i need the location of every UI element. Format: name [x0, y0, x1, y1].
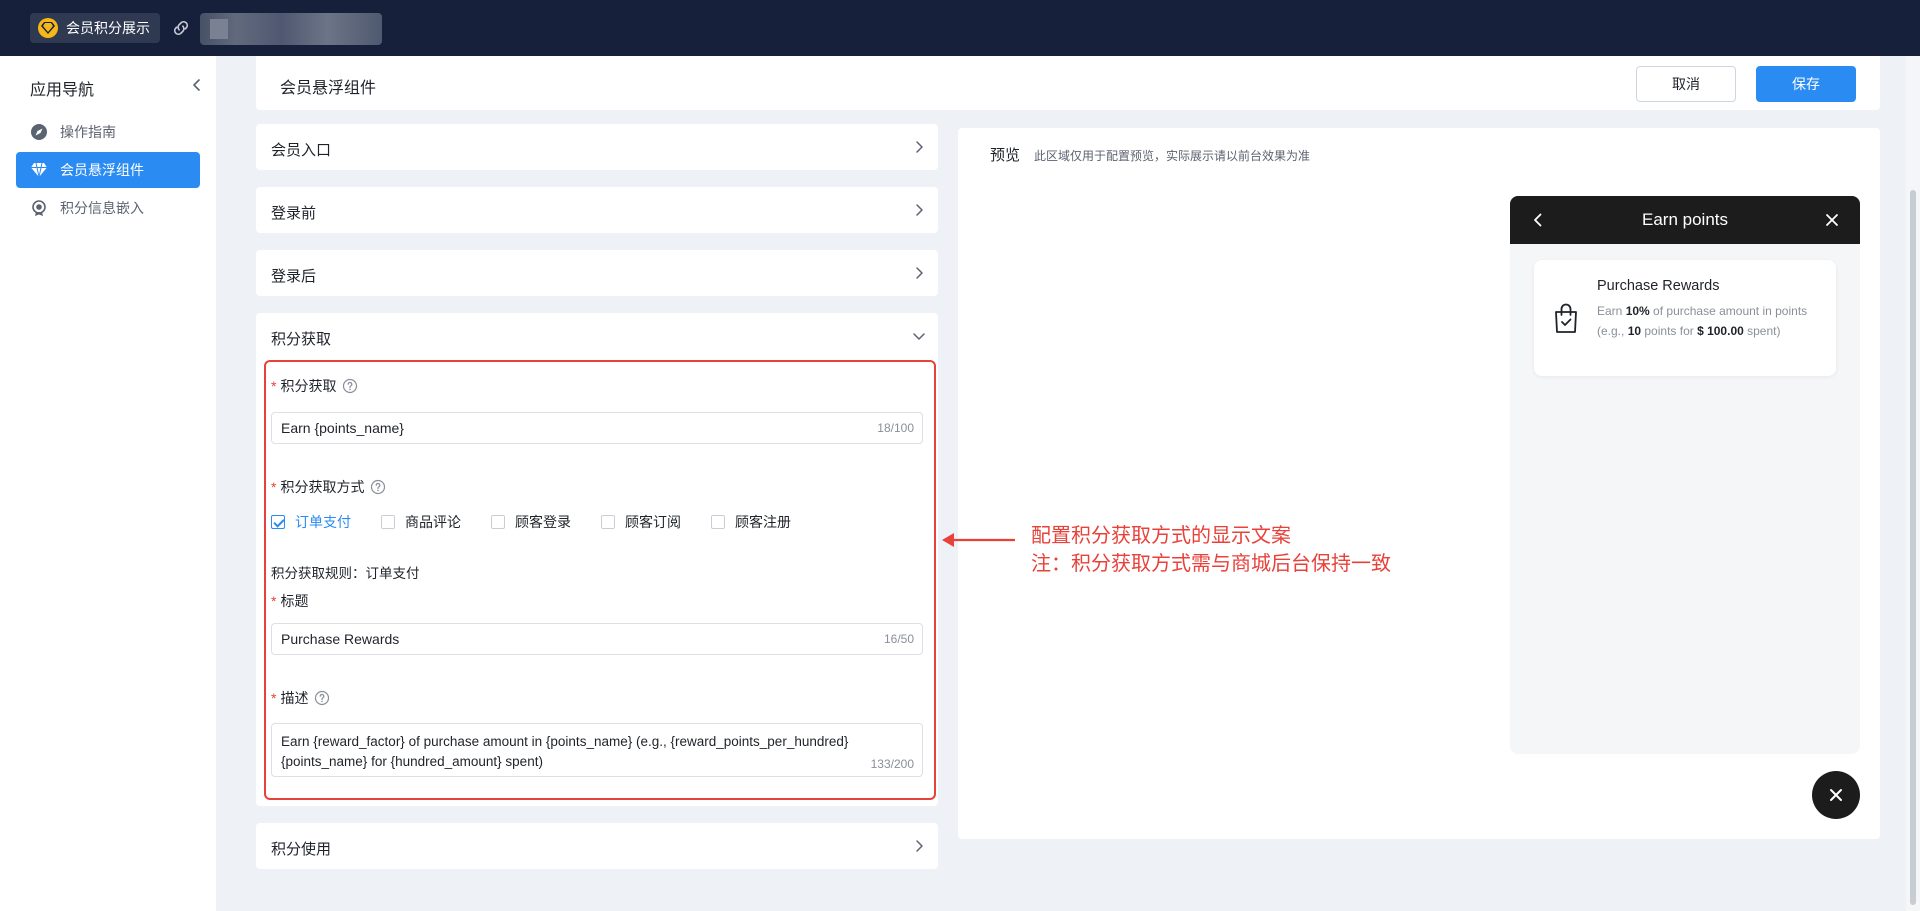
reward-factor: 10%: [1625, 304, 1650, 318]
save-button[interactable]: 保存: [1756, 66, 1856, 102]
annotation-line-1: 配置积分获取方式的显示文案: [1031, 525, 1291, 547]
section-title: 会员入口: [271, 142, 332, 159]
earn-label-text: 积分获取: [280, 378, 337, 394]
diamond-icon: [38, 18, 58, 38]
desc-part: Earn: [1597, 304, 1626, 318]
checkbox-label: 顾客订阅: [625, 514, 681, 530]
help-icon[interactable]: [370, 479, 386, 495]
scrollbar-thumb[interactable]: [1910, 190, 1916, 905]
desc-part: spent): [1743, 323, 1781, 338]
cancel-button[interactable]: 取消: [1636, 66, 1736, 102]
char-counter: 16/50: [883, 632, 914, 646]
method-label: * 积分获取方式: [271, 477, 386, 497]
section-use-points[interactable]: 积分使用: [256, 823, 938, 869]
redacted-store-name: [200, 13, 382, 45]
earn-label: * 积分获取: [271, 376, 358, 396]
checkbox-customer-register[interactable]: 顾客注册: [711, 512, 791, 532]
top-bar: 会员积分展示: [0, 0, 1920, 56]
section-title: 登录后: [271, 268, 317, 285]
floating-close-button[interactable]: [1812, 771, 1860, 819]
widget-title: Earn points: [1642, 210, 1728, 229]
preview-note: 此区域仅用于配置预览，实际展示请以前台效果为准: [1034, 149, 1311, 163]
help-icon[interactable]: [314, 690, 330, 706]
sidebar-item-label: 积分信息嵌入: [60, 200, 144, 216]
link-icon[interactable]: [170, 17, 192, 39]
checkbox-label: 顾客注册: [735, 514, 791, 530]
annotation-text: 配置积分获取方式的显示文案 注：积分获取方式需与商城后台保持一致: [1031, 522, 1391, 578]
preview-label: 预览: [990, 147, 1021, 164]
section-title[interactable]: 积分获取: [271, 328, 331, 349]
desc-part: points for: [1641, 323, 1698, 338]
reward-points: 10: [1627, 323, 1642, 338]
chevron-right-icon: [916, 840, 923, 852]
section-title: 登录前: [271, 205, 317, 222]
checkbox-order-payment[interactable]: 订单支付: [271, 512, 351, 532]
chevron-right-icon: [916, 204, 923, 216]
required-mark: *: [271, 690, 277, 706]
sidebar-item-points-embed[interactable]: 积分信息嵌入: [16, 190, 200, 226]
checkbox-label: 顾客登录: [515, 514, 571, 530]
title-label: * 标题: [271, 591, 308, 611]
app-name: 会员积分展示: [66, 20, 150, 36]
app-chip[interactable]: 会员积分展示: [30, 13, 160, 43]
description-textarea[interactable]: Earn {reward_factor} of purchase amount …: [271, 723, 923, 777]
checkbox-box[interactable]: [491, 515, 505, 529]
reward-card-description: Earn 10% of purchase amount in points (e…: [1597, 302, 1822, 341]
checkbox-label: 订单支付: [295, 514, 351, 530]
earn-title-input[interactable]: Earn {points_name} 18/100: [271, 412, 923, 444]
sidebar: 应用导航 操作指南 会员悬浮组件 积分信息嵌入: [0, 56, 216, 911]
required-mark: *: [271, 378, 277, 394]
section-before-login[interactable]: 登录前: [256, 187, 938, 233]
checkbox-customer-subscribe[interactable]: 顾客订阅: [601, 512, 681, 532]
method-checkbox-group: 订单支付 商品评论 顾客登录 顾客订阅 顾客注册: [271, 512, 821, 532]
sidebar-item-guide[interactable]: 操作指南: [16, 114, 200, 150]
points-widget-preview: Earn points Purchase Rewards Earn 10% of…: [1510, 196, 1860, 754]
annotation-arrow-icon: [942, 533, 1015, 547]
desc-label-text: 描述: [280, 690, 309, 706]
section-member-entry[interactable]: 会员入口: [256, 124, 938, 170]
shopping-bag-icon: [1555, 303, 1577, 333]
checkbox-box[interactable]: [271, 515, 285, 529]
badge-icon: [30, 199, 48, 217]
close-icon[interactable]: [1822, 210, 1842, 230]
sidebar-title: 应用导航: [30, 82, 95, 99]
page-title: 会员悬浮组件: [280, 80, 377, 97]
earn-title-value: Earn {points_name}: [281, 420, 404, 436]
checkbox-label: 商品评论: [405, 514, 461, 530]
reward-title-input[interactable]: Purchase Rewards 16/50: [271, 623, 923, 655]
required-mark: *: [271, 479, 277, 495]
reward-amount: $ 100.00: [1697, 323, 1744, 338]
rule-text: 积分获取规则：订单支付: [271, 566, 420, 581]
close-icon: [1830, 789, 1842, 801]
diamond-icon: [30, 161, 48, 179]
chevron-left-icon[interactable]: [188, 76, 206, 94]
sidebar-item-label: 操作指南: [60, 124, 116, 140]
checkbox-box[interactable]: [381, 515, 395, 529]
help-icon[interactable]: [342, 378, 358, 394]
description-value: Earn {reward_factor} of purchase amount …: [281, 734, 849, 769]
checkbox-customer-login[interactable]: 顾客登录: [491, 512, 571, 532]
checkbox-product-review[interactable]: 商品评论: [381, 512, 461, 532]
desc-label: * 描述: [271, 688, 330, 708]
section-title: 积分使用: [271, 841, 332, 858]
reward-title-value: Purchase Rewards: [281, 631, 400, 647]
checkbox-box[interactable]: [711, 515, 725, 529]
char-counter: 18/100: [877, 421, 914, 435]
navigation-icon: [30, 123, 48, 141]
required-mark: *: [271, 593, 277, 609]
method-label-text: 积分获取方式: [280, 479, 365, 495]
section-after-login[interactable]: 登录后: [256, 250, 938, 296]
sidebar-item-floating-widget[interactable]: 会员悬浮组件: [16, 152, 200, 188]
page-header: 会员悬浮组件 取消 保存: [256, 56, 1880, 110]
chevron-right-icon: [916, 267, 923, 279]
reward-card: Purchase Rewards Earn 10% of purchase am…: [1534, 260, 1836, 376]
annotation-line-2: 注：积分获取方式需与商城后台保持一致: [1031, 553, 1391, 575]
reward-card-title: Purchase Rewards: [1597, 278, 1720, 294]
sidebar-item-label: 会员悬浮组件: [60, 162, 144, 178]
chevron-right-icon: [916, 141, 923, 153]
char-counter: 133/200: [870, 757, 914, 771]
checkbox-box[interactable]: [601, 515, 615, 529]
chevron-down-icon[interactable]: [912, 329, 926, 343]
title-label-text: 标题: [280, 593, 309, 609]
